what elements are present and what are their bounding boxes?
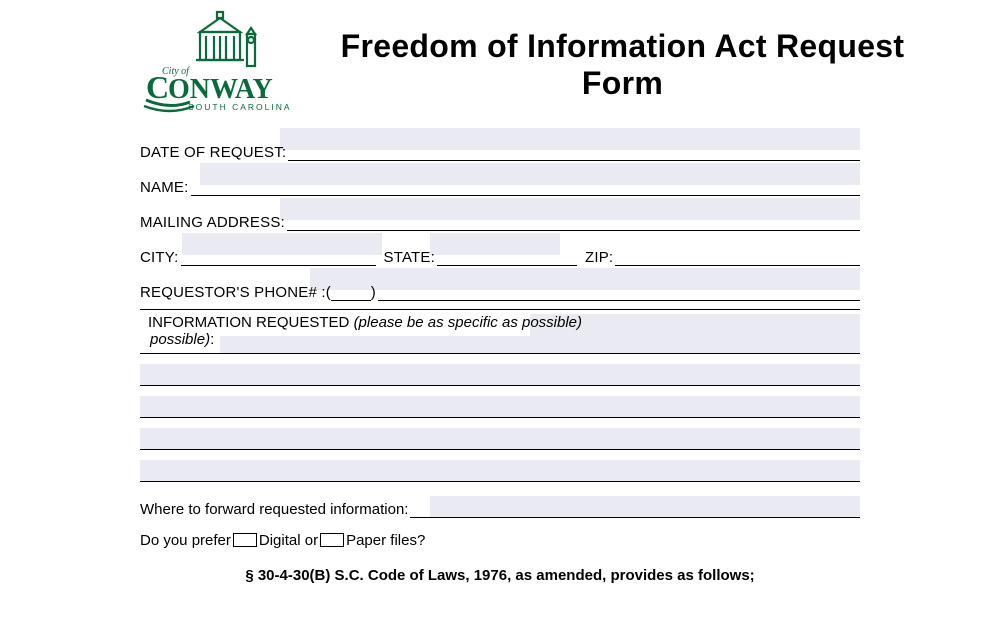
mailing-label: MAILING ADDRESS: <box>140 214 285 231</box>
paper-checkbox[interactable] <box>320 533 344 547</box>
phone-label: REQUESTOR'S PHONE# : <box>140 284 326 301</box>
city-label: CITY: <box>140 249 179 266</box>
state-input[interactable] <box>437 248 577 266</box>
prefer-prefix: Do you prefer <box>140 532 231 549</box>
svg-text:SOUTH CAROLINA: SOUTH CAROLINA <box>188 102 292 112</box>
phone-area-input[interactable] <box>331 283 371 301</box>
info-line-1[interactable] <box>140 354 860 386</box>
mailing-input[interactable] <box>287 213 860 231</box>
name-label: NAME: <box>140 179 189 196</box>
info-line-3[interactable] <box>140 418 860 450</box>
info-colon: possible) <box>150 331 210 348</box>
form-area: DATE OF REQUEST: NAME: MAILING ADDRESS: … <box>140 130 860 584</box>
city-logo: City of C ONWAY SOUTH CAROLINA <box>140 10 305 115</box>
svg-text:ONWAY: ONWAY <box>168 74 273 105</box>
date-label: DATE OF REQUEST: <box>140 144 286 161</box>
state-label: STATE: <box>384 249 435 266</box>
date-input[interactable] <box>288 143 860 161</box>
prefer-digital: Digital or <box>259 532 318 549</box>
info-line-4[interactable] <box>140 450 860 482</box>
forward-input[interactable] <box>410 500 860 518</box>
name-input[interactable] <box>191 178 860 196</box>
city-input[interactable] <box>181 248 376 266</box>
page-title: Freedom of Information Act Request Form <box>305 10 1000 102</box>
info-label: INFORMATION REQUESTED <box>148 314 354 331</box>
zip-input[interactable] <box>615 248 860 266</box>
phone-paren-close: ) <box>371 284 376 301</box>
phone-input[interactable] <box>378 283 860 301</box>
info-requested-block: INFORMATION REQUESTED (please be as spec… <box>140 309 860 482</box>
svg-text:C: C <box>146 69 168 105</box>
digital-checkbox[interactable] <box>233 533 257 547</box>
info-hint: (please be as specific as possible) <box>354 314 582 331</box>
legal-citation: § 30-4-30(B) S.C. Code of Laws, 1976, as… <box>140 567 860 584</box>
prefer-paper: Paper files? <box>346 532 425 549</box>
zip-label: ZIP: <box>585 249 613 266</box>
info-line-2[interactable] <box>140 386 860 418</box>
forward-label: Where to forward requested information: <box>140 501 408 518</box>
